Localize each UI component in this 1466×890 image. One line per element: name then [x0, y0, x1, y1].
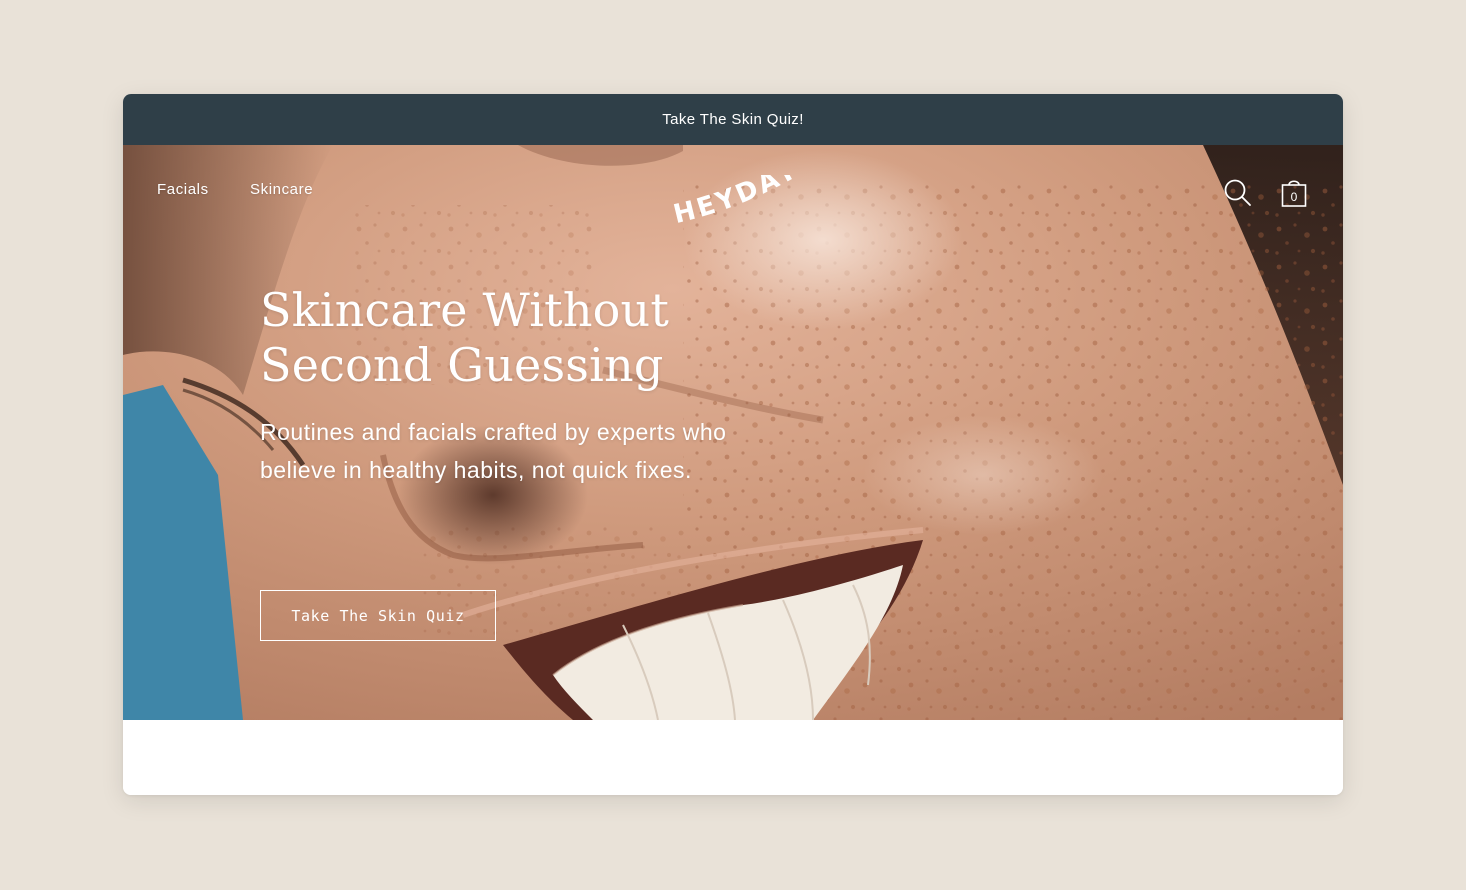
nav-skincare[interactable]: Skincare — [250, 181, 313, 198]
announcement-bar[interactable]: Take The Skin Quiz! — [123, 94, 1343, 145]
search-button[interactable] — [1223, 178, 1253, 208]
cart-button[interactable]: 0 — [1281, 178, 1307, 208]
hero-title: Skincare Without Second Guessing — [260, 283, 780, 393]
hero-subtitle: Routines and facials crafted by experts … — [260, 413, 820, 489]
hero-title-line-1: Skincare Without — [260, 283, 670, 337]
search-icon — [1224, 179, 1251, 206]
announcement-text[interactable]: Take The Skin Quiz! — [662, 111, 804, 128]
browser-window: Take The Skin Quiz! Facials Skincare HEY… — [123, 94, 1343, 795]
hero-subtitle-line-1: Routines and facials crafted by experts … — [260, 419, 727, 445]
content-area — [123, 720, 1343, 795]
nav-facials[interactable]: Facials — [157, 181, 209, 198]
cart-count-badge: 0 — [1290, 190, 1298, 204]
hero-section: Facials Skincare HEYDAY 0 Skincare Witho… — [123, 145, 1343, 720]
svg-text:HEYDAY: HEYDAY — [672, 175, 796, 227]
logo-text: HEYDAY — [672, 175, 796, 227]
hero-subtitle-line-2: believe in healthy habits, not quick fix… — [260, 457, 692, 483]
hero-title-line-2: Second Guessing — [260, 338, 664, 392]
heyday-logo[interactable]: HEYDAY — [672, 175, 796, 227]
take-skin-quiz-button[interactable]: Take The Skin Quiz — [260, 590, 496, 641]
